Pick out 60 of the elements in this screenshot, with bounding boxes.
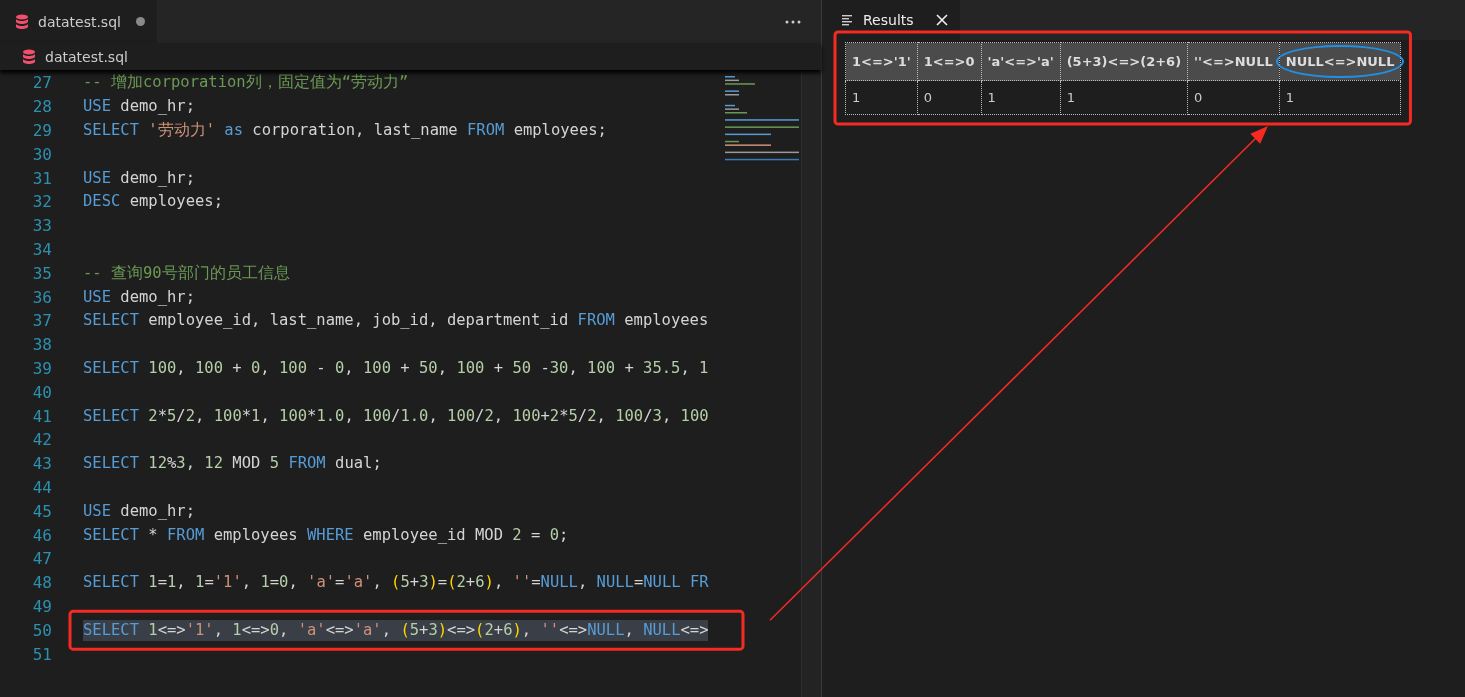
column-header: 1<=>'1' xyxy=(845,42,918,81)
line-number: 45 xyxy=(31,501,52,521)
table-cell: 0 xyxy=(917,80,981,115)
line-number: 33 xyxy=(31,216,52,236)
code-line: USE demo_hr; xyxy=(83,167,195,189)
scrollbar[interactable] xyxy=(801,70,821,697)
file-tab[interactable]: datatest.sql xyxy=(0,0,157,43)
line-number: 43 xyxy=(31,454,52,474)
line-number: 50 xyxy=(31,620,52,640)
line-number: 42 xyxy=(31,430,52,450)
table-cell: 1 xyxy=(845,80,918,115)
line-number: 27 xyxy=(31,73,52,93)
line-number: 47 xyxy=(31,549,52,569)
line-number: 46 xyxy=(31,525,52,545)
column-header: NULL<=>NULL xyxy=(1279,42,1401,81)
column-header: ''<=>NULL xyxy=(1187,42,1280,81)
code-line: USE demo_hr; xyxy=(83,96,195,118)
close-icon[interactable] xyxy=(936,14,948,26)
line-number: 39 xyxy=(31,358,52,378)
code-line: SELECT * FROM employees WHERE employee_id MOD 2 = 0; xyxy=(83,524,569,546)
database-icon xyxy=(15,13,29,30)
line-number: 32 xyxy=(31,192,52,212)
database-icon xyxy=(22,48,36,65)
code-line: USE demo_hr; xyxy=(83,500,195,522)
table-cell: 1 xyxy=(981,80,1061,115)
code-line: USE demo_hr; xyxy=(83,286,195,308)
code-line: SELECT 1=1, 1='1', 1=0, 'a'='a', (5+3)=(2+6), ''=NULL, NULL=NULL FR xyxy=(83,572,709,594)
line-number: 49 xyxy=(31,596,52,616)
code-line: SELECT 2*5/2, 100*1, 100*1.0, 100/1.0, 100/2, 100+2*5/2, 100/3, 100 xyxy=(83,405,709,427)
code-line: -- 增加corporation列，固定值为“劳动力” xyxy=(83,72,409,94)
line-number: 41 xyxy=(31,406,52,426)
code-line: SELECT 100, 100 + 0, 100 - 0, 100 + 50, 100 + 50 -30, 100 + 35.5, 1 xyxy=(83,357,709,379)
line-number: 30 xyxy=(31,144,52,164)
line-number: 28 xyxy=(31,97,52,117)
line-number: 36 xyxy=(31,287,52,307)
unsaved-dot-icon xyxy=(135,17,145,26)
code-line: DESC employees; xyxy=(83,191,223,213)
code-line: SELECT '劳动力' as corporation, last_name FROM employees; xyxy=(83,120,607,141)
table-cell: 1 xyxy=(1060,80,1188,115)
line-number: 44 xyxy=(31,477,52,497)
line-number: 35 xyxy=(31,263,52,283)
line-number: 48 xyxy=(31,573,52,593)
results-tab[interactable]: Results xyxy=(822,0,960,40)
code-line: SELECT employee_id, last_name, job_id, department_id FROM employees xyxy=(83,310,709,332)
table-cell: 1 xyxy=(1279,80,1401,115)
column-header: (5+3)<=>(2+6) xyxy=(1060,42,1188,81)
code-line: -- 查询90号部门的员工信息 xyxy=(83,262,290,284)
column-header: 'a'<=>'a' xyxy=(981,42,1061,81)
line-number: 34 xyxy=(31,239,52,259)
line-number: 40 xyxy=(31,382,52,402)
list-icon xyxy=(842,14,854,26)
line-number: 37 xyxy=(31,311,52,331)
line-number: 31 xyxy=(31,168,52,188)
breadcrumb-item[interactable]: datatest.sql xyxy=(45,48,128,65)
line-number: 38 xyxy=(31,335,52,355)
column-header: 1<=>0 xyxy=(917,42,981,81)
code-line: SELECT 12%3, 12 MOD 5 FROM dual; xyxy=(83,453,382,475)
line-number: 29 xyxy=(31,121,52,140)
line-number: 51 xyxy=(31,644,52,664)
table-cell: 0 xyxy=(1187,80,1280,115)
